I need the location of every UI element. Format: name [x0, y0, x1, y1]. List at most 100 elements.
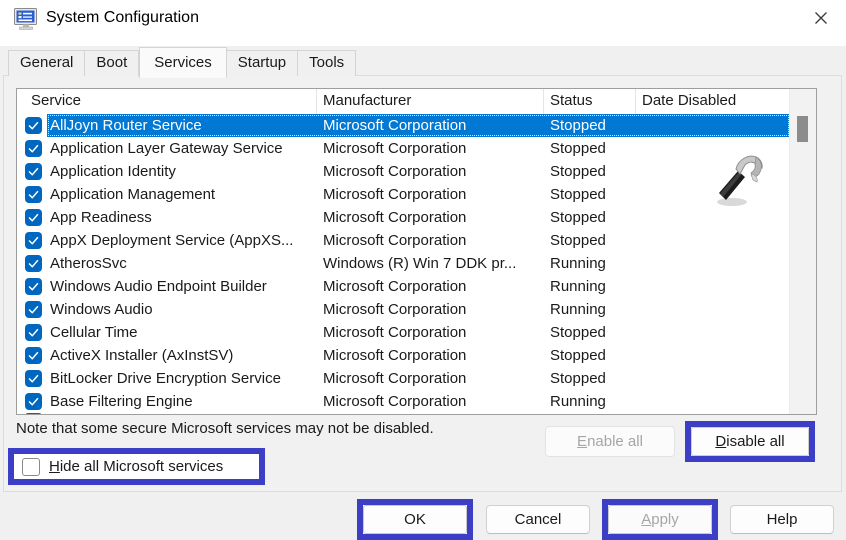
table-row[interactable]: Application Layer Gateway Service Micros… [17, 137, 790, 160]
service-checkbox-checked[interactable] [25, 117, 42, 134]
service-checkbox-checked[interactable] [25, 393, 42, 410]
help-button[interactable]: Help [730, 505, 834, 534]
service-manufacturer: Microsoft Corporation [317, 393, 544, 410]
service-checkbox-cell [17, 367, 47, 390]
tab-startup[interactable]: Startup [227, 50, 298, 76]
service-manufacturer: Microsoft Corporation [317, 278, 544, 295]
service-name: AllJoyn Router Service [47, 117, 317, 134]
table-row[interactable]: BitLocker Drive Encryption Service Micro… [17, 367, 790, 390]
disable-all-button[interactable]: Disable all [691, 427, 809, 456]
service-checkbox-checked[interactable] [25, 278, 42, 295]
column-header-manufacturer[interactable]: Manufacturer [317, 89, 544, 114]
service-row-content: Application Identity Microsoft Corporati… [47, 160, 790, 183]
checkbox-unchecked[interactable] [22, 458, 40, 476]
service-checkbox-checked[interactable] [25, 163, 42, 180]
service-name: App Readiness [47, 209, 317, 226]
service-manufacturer: Microsoft Corporation [317, 324, 544, 341]
table-row[interactable]: ActiveX Installer (AxInstSV) Microsoft C… [17, 344, 790, 367]
service-manufacturer: Microsoft Corporation [317, 186, 544, 203]
service-checkbox-checked[interactable] [25, 324, 42, 341]
vertical-scrollbar[interactable] [789, 89, 816, 414]
service-status: Stopped [544, 186, 636, 203]
annotation-box-ok: OK [357, 499, 473, 540]
service-status: Stopped [544, 324, 636, 341]
tab-strip: General Boot Services Startup Tools [8, 47, 356, 76]
service-row-content: Cellular Time Microsoft Corporation Stop… [47, 321, 790, 344]
tab-general[interactable]: General [8, 50, 85, 76]
hide-checkbox-label: Hide all Microsoft services [49, 458, 223, 475]
service-checkbox-cell [17, 344, 47, 367]
service-row-content: Windows Audio Microsoft Corporation Runn… [47, 298, 790, 321]
column-header-service[interactable]: Service [17, 89, 317, 114]
service-status: Running [544, 255, 636, 272]
table-row[interactable]: App Readiness Microsoft Corporation Stop… [17, 206, 790, 229]
table-row[interactable]: Base Filtering Engine Microsoft Corporat… [17, 390, 790, 413]
service-checkbox-checked[interactable] [25, 186, 42, 203]
service-manufacturer: Microsoft Corporation [317, 370, 544, 387]
ok-button[interactable]: OK [363, 505, 467, 534]
tab-tools[interactable]: Tools [298, 50, 356, 76]
close-button[interactable] [808, 6, 834, 32]
service-status: Running [544, 278, 636, 295]
titlebar: System Configuration [0, 0, 846, 46]
enable-all-button[interactable]: Enable all [545, 426, 675, 457]
cancel-button[interactable]: Cancel [486, 505, 590, 534]
service-checkbox-checked[interactable] [25, 347, 42, 364]
service-checkbox-checked[interactable] [25, 255, 42, 272]
service-manufacturer: Windows (R) Win 7 DDK pr... [317, 255, 544, 272]
service-status: Stopped [544, 232, 636, 249]
table-row[interactable]: Application Management Microsoft Corpora… [17, 183, 790, 206]
hide-microsoft-services-checkbox[interactable]: Hide all Microsoft services [14, 454, 259, 479]
service-manufacturer: Microsoft Corporation [317, 209, 544, 226]
disable-all-label-post: isable all [726, 433, 784, 450]
table-row[interactable]: AppX Deployment Service (AppXS... Micros… [17, 229, 790, 252]
table-row[interactable]: AtherosSvc Windows (R) Win 7 DDK pr... R… [17, 252, 790, 275]
table-row[interactable]: Cellular Time Microsoft Corporation Stop… [17, 321, 790, 344]
service-checkbox-cell [17, 183, 47, 206]
service-checkbox-checked[interactable] [25, 232, 42, 249]
services-table: Service Manufacturer Status Date Disable… [16, 88, 817, 415]
table-row[interactable]: Windows Audio Endpoint Builder Microsoft… [17, 275, 790, 298]
partial-row-checkbox [25, 413, 42, 415]
service-status: Stopped [544, 370, 636, 387]
service-checkbox-cell [17, 321, 47, 344]
service-checkbox-checked[interactable] [25, 301, 42, 318]
service-name: Cellular Time [47, 324, 317, 341]
service-status: Stopped [544, 140, 636, 157]
apply-button[interactable]: Apply [608, 505, 712, 534]
service-row-content: Windows Audio Endpoint Builder Microsoft… [47, 275, 790, 298]
service-row-content: AppX Deployment Service (AppXS... Micros… [47, 229, 790, 252]
service-checkbox-checked[interactable] [25, 140, 42, 157]
service-manufacturer: Microsoft Corporation [317, 301, 544, 318]
service-row-content: AtherosSvc Windows (R) Win 7 DDK pr... R… [47, 252, 790, 275]
apply-label-post: pply [651, 511, 679, 528]
column-header-date-disabled[interactable]: Date Disabled [636, 89, 790, 114]
enable-all-label-key: E [577, 433, 587, 450]
service-row-content: BitLocker Drive Encryption Service Micro… [47, 367, 790, 390]
window-title: System Configuration [46, 9, 199, 27]
service-checkbox-checked[interactable] [25, 209, 42, 226]
annotation-box-apply: Apply [602, 499, 718, 540]
tab-boot[interactable]: Boot [85, 50, 139, 76]
service-checkbox-cell [17, 390, 47, 413]
column-header-status[interactable]: Status [544, 89, 636, 114]
service-checkbox-cell [17, 137, 47, 160]
table-row[interactable]: Application Identity Microsoft Corporati… [17, 160, 790, 183]
annotation-box-disable-all: Disable all [685, 421, 815, 462]
service-name: Base Filtering Engine [47, 393, 317, 410]
service-name: Application Layer Gateway Service [47, 140, 317, 157]
service-name: BitLocker Drive Encryption Service [47, 370, 317, 387]
scrollbar-thumb[interactable] [797, 116, 808, 142]
service-status: Stopped [544, 117, 636, 134]
table-row[interactable]: Windows Audio Microsoft Corporation Runn… [17, 298, 790, 321]
service-checkbox-checked[interactable] [25, 370, 42, 387]
service-row-content: App Readiness Microsoft Corporation Stop… [47, 206, 790, 229]
service-manufacturer: Microsoft Corporation [317, 347, 544, 364]
service-checkbox-cell [17, 252, 47, 275]
service-name: ActiveX Installer (AxInstSV) [47, 347, 317, 364]
table-row[interactable]: AllJoyn Router Service Microsoft Corpora… [17, 114, 790, 137]
tab-services[interactable]: Services [139, 47, 227, 78]
service-checkbox-cell [17, 160, 47, 183]
service-row-content: Application Layer Gateway Service Micros… [47, 137, 790, 160]
close-icon [813, 10, 829, 29]
